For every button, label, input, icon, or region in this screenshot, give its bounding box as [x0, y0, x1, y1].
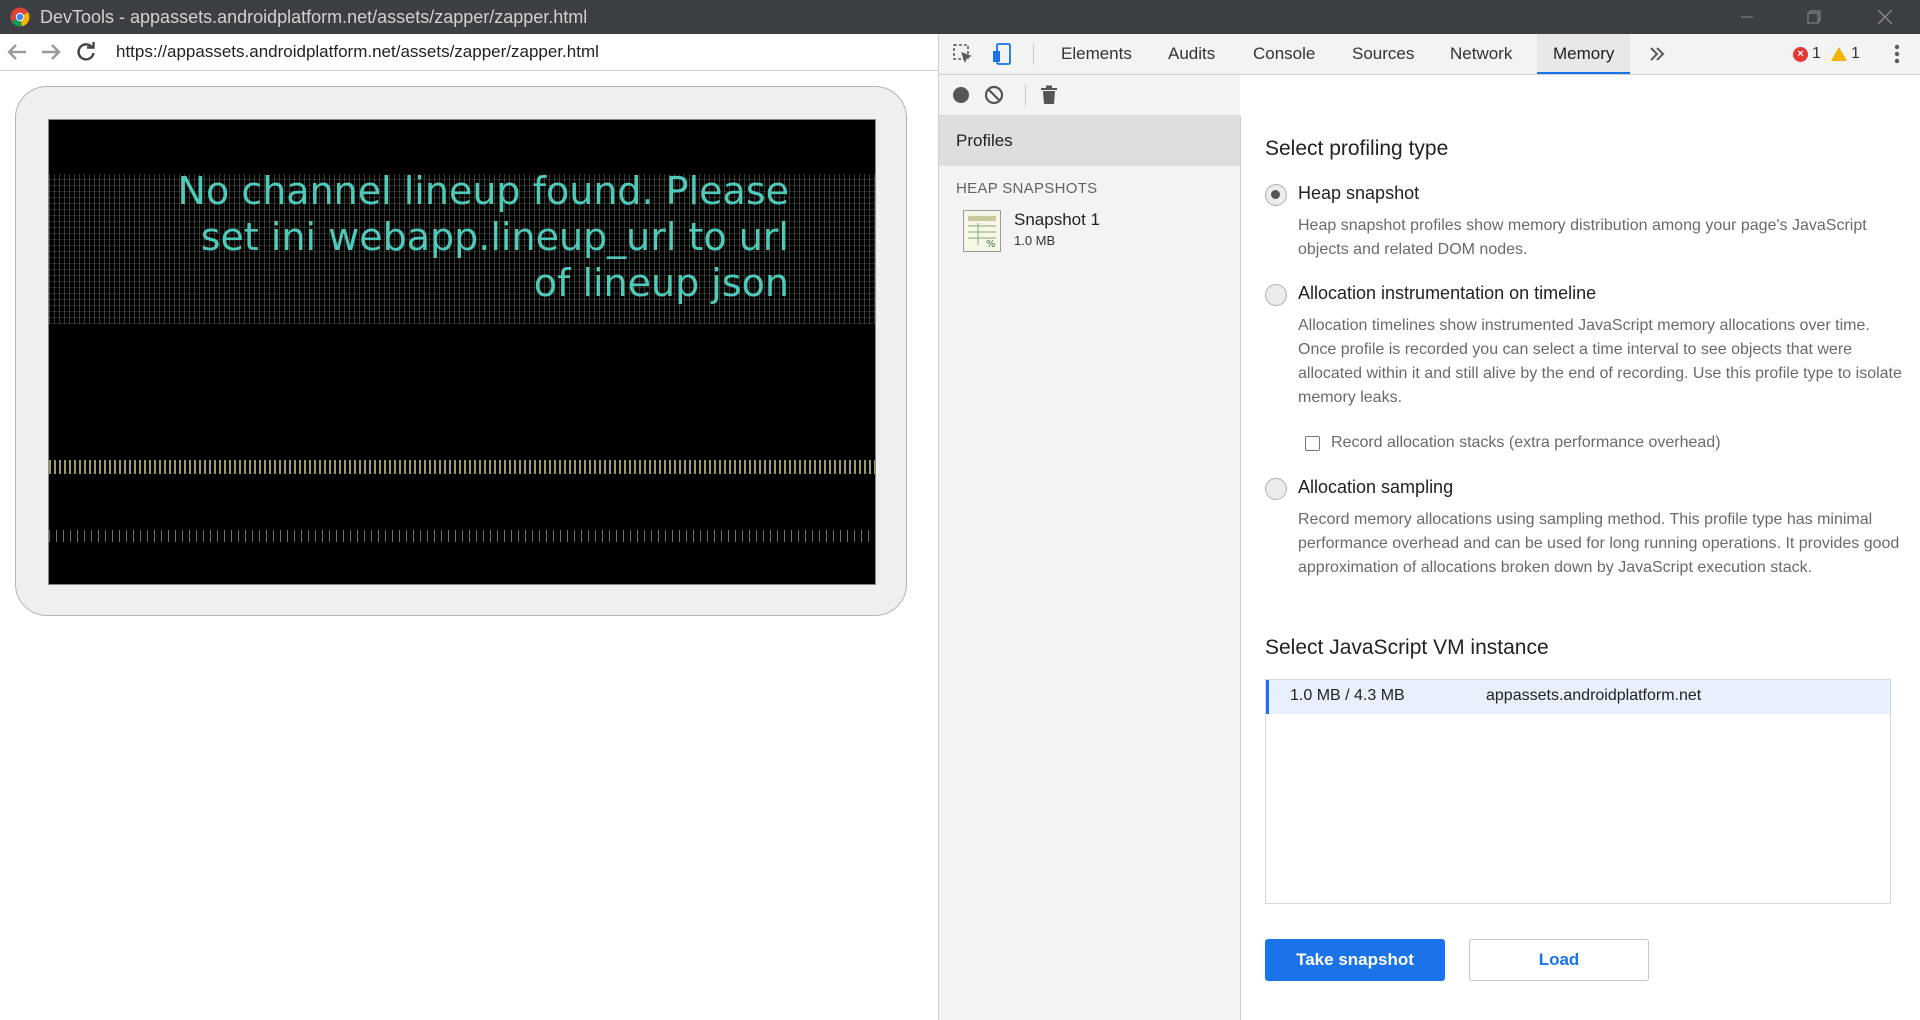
screen-noise-bottom: [49, 530, 875, 542]
vm-instance-host: appassets.androidplatform.net: [1486, 687, 1702, 704]
address-bar: https://appassets.androidplatform.net/as…: [0, 34, 938, 71]
heap-snapshot-radio[interactable]: [1265, 184, 1287, 206]
kebab-menu-icon: [1894, 44, 1900, 64]
heap-snapshot-label[interactable]: Heap snapshot: [1298, 183, 1419, 204]
minimize-button[interactable]: [1724, 0, 1770, 34]
reload-button[interactable]: [74, 41, 98, 63]
allocation-sampling-radio[interactable]: [1265, 478, 1287, 500]
arrow-right-icon: [42, 44, 61, 60]
record-stacks-checkbox[interactable]: [1305, 436, 1320, 451]
browser-viewport: https://appassets.androidplatform.net/as…: [0, 34, 938, 1020]
clear-button[interactable]: [982, 83, 1006, 107]
toolbar-separator: [1025, 84, 1026, 106]
svg-text:%: %: [986, 239, 996, 250]
double-chevron-right-icon: [1650, 47, 1665, 61]
take-snapshot-button[interactable]: Take snapshot: [1265, 939, 1445, 981]
memory-toolbar: [939, 75, 1240, 116]
allocation-sampling-label[interactable]: Allocation sampling: [1298, 477, 1453, 498]
trash-icon: [1041, 85, 1057, 104]
screen-message: No channel lineup found. Please set ini …: [177, 169, 789, 305]
device-mode-icon: [993, 43, 1011, 65]
heap-snapshot-description: Heap snapshot profiles show memory distr…: [1298, 217, 1867, 258]
snapshot-file-icon: %: [963, 210, 1001, 252]
devtools-tabbar: Elements Audits Console Sources Network …: [939, 34, 1920, 75]
device-toolbar-button[interactable]: [991, 42, 1015, 66]
device-screen[interactable]: No channel lineup found. Please set ini …: [48, 119, 876, 585]
snapshot-item[interactable]: % Snapshot 1 1.0 MB: [963, 208, 1223, 254]
warning-icon: [1831, 47, 1847, 61]
tab-network[interactable]: Network: [1450, 34, 1512, 74]
device-frame: No channel lineup found. Please set ini …: [15, 86, 907, 616]
block-icon: [984, 85, 1004, 105]
forward-button[interactable]: [39, 41, 63, 63]
window-title: DevTools - appassets.androidplatform.net…: [40, 7, 588, 27]
tab-sources[interactable]: Sources: [1352, 34, 1414, 74]
allocation-timeline-description: Allocation timelines show instrumented J…: [1298, 317, 1902, 406]
error-icon: ×: [1793, 46, 1808, 62]
screen-noise-middle: [49, 460, 875, 474]
vm-instance-size: 1.0 MB / 4.3 MB: [1290, 687, 1405, 704]
restore-button[interactable]: [1791, 0, 1837, 34]
restore-icon: [1807, 10, 1821, 24]
record-icon: [953, 87, 969, 103]
more-tabs-button[interactable]: [1645, 42, 1669, 66]
window-titlebar: DevTools - appassets.androidplatform.net…: [0, 0, 1920, 34]
arrow-left-icon: [7, 44, 26, 60]
snapshot-title: Snapshot 1: [1014, 210, 1101, 229]
error-count: 1: [1812, 45, 1821, 62]
reload-icon: [77, 42, 95, 61]
record-button[interactable]: [949, 83, 973, 107]
minimize-icon: [1741, 16, 1753, 18]
vm-instance-row[interactable]: 1.0 MB / 4.3 MB appassets.androidplatfor…: [1266, 680, 1890, 714]
chrome-logo-icon: [10, 7, 30, 27]
memory-main-panel: Select profiling type Heap snapshot Heap…: [1241, 75, 1920, 1020]
url-field[interactable]: https://appassets.androidplatform.net/as…: [116, 42, 599, 62]
collect-garbage-button[interactable]: [1037, 83, 1061, 107]
vm-instance-title: Select JavaScript VM instance: [1265, 636, 1549, 659]
warning-counter[interactable]: 1: [1831, 45, 1860, 63]
devtools-panel: Elements Audits Console Sources Network …: [938, 34, 1920, 1020]
sidebar-item-profiles[interactable]: Profiles: [939, 116, 1240, 166]
record-stacks-label[interactable]: Record allocation stacks (extra performa…: [1331, 434, 1721, 452]
tab-audits[interactable]: Audits: [1168, 34, 1215, 74]
tab-memory[interactable]: Memory: [1537, 34, 1631, 74]
devtools-menu-button[interactable]: [1885, 42, 1909, 66]
tabbar-separator: [1033, 43, 1034, 65]
heap-snapshots-heading: HEAP SNAPSHOTS: [956, 180, 1098, 197]
inspect-element-button[interactable]: [951, 42, 975, 66]
profiles-sidebar: Profiles HEAP SNAPSHOTS % Snapshot 1 1.0…: [939, 116, 1241, 1020]
close-icon: [1878, 10, 1892, 24]
load-button[interactable]: Load: [1469, 939, 1649, 981]
allocation-timeline-label[interactable]: Allocation instrumentation on timeline: [1298, 283, 1596, 304]
profiling-type-title: Select profiling type: [1265, 137, 1449, 160]
back-button[interactable]: [5, 41, 29, 63]
tab-console[interactable]: Console: [1253, 34, 1315, 74]
vm-instance-list: 1.0 MB / 4.3 MB appassets.androidplatfor…: [1265, 679, 1891, 904]
close-button[interactable]: [1862, 0, 1908, 34]
allocation-sampling-description: Record memory allocations using sampling…: [1298, 511, 1900, 576]
cursor-select-icon: [953, 44, 972, 63]
warning-count: 1: [1851, 45, 1860, 62]
snapshot-size: 1.0 MB: [1014, 233, 1056, 248]
tab-elements[interactable]: Elements: [1061, 34, 1132, 74]
allocation-timeline-radio[interactable]: [1265, 284, 1287, 306]
error-counter[interactable]: × 1: [1793, 45, 1821, 63]
